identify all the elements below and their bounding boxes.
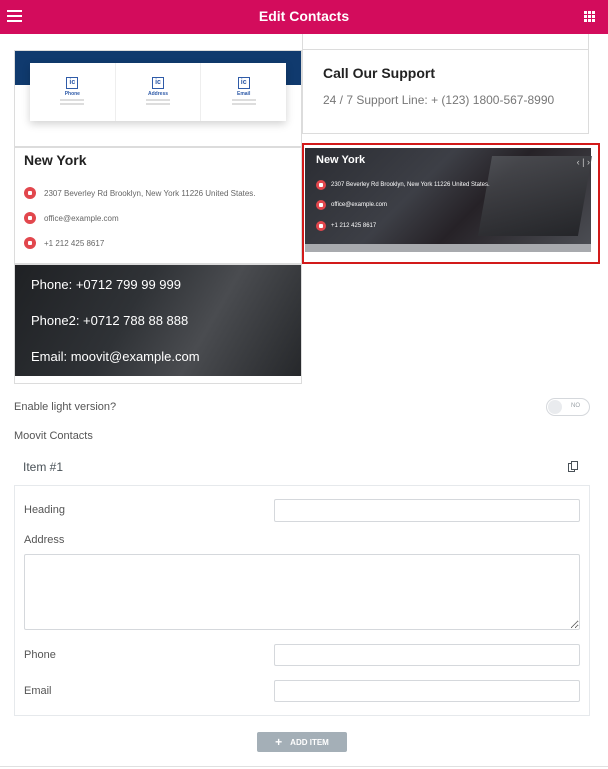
page-title: Edit Contacts — [258, 8, 350, 24]
preview-card-newyork-light[interactable]: New York 2307 Beverley Rd Brooklyn, New … — [14, 147, 302, 264]
phone-line: Phone: +0712 799 99 999 — [31, 277, 182, 292]
email-row: office@example.com — [24, 212, 119, 224]
address-column-icon: ic — [152, 77, 164, 89]
email-label: Email — [24, 685, 52, 697]
address-column: ic Address — [116, 63, 202, 121]
placeholder-line — [231, 103, 256, 105]
email-row: office@example.com — [316, 200, 387, 210]
card-footer-strip — [305, 244, 591, 252]
envelope-icon — [24, 212, 36, 224]
preview-card-support[interactable]: Call Our Support 24 / 7 Support Line: + … — [302, 50, 589, 134]
support-heading: Call Our Support — [323, 65, 435, 81]
email-text: office@example.com — [331, 202, 388, 208]
phone-text: +1 212 425 8617 — [331, 223, 377, 229]
phone-column: ic Phone — [30, 63, 116, 121]
heading-input[interactable] — [274, 499, 580, 522]
location-icon — [24, 187, 36, 199]
toggle-text: NO — [571, 403, 580, 409]
email-line: Email: moovit@example.com — [31, 349, 200, 364]
plus-icon: + — [275, 735, 283, 749]
address-text: 2307 Beverley Rd Brooklyn, New York 1122… — [44, 188, 256, 198]
phone-column-icon: ic — [66, 77, 79, 89]
email-column: ic Email — [201, 63, 286, 121]
phone-row: +1 212 425 8617 — [24, 237, 104, 249]
toggle-knob — [548, 400, 562, 414]
placeholder-line — [146, 103, 170, 105]
preview-card-columns[interactable]: ic Phone ic Address ic Email — [14, 50, 302, 147]
grid-icon[interactable] — [584, 11, 595, 22]
address-row: 2307 Beverley Rd Brooklyn, New York 1122… — [316, 180, 490, 190]
light-version-label: Enable light version? — [14, 401, 117, 413]
placeholder-line — [146, 99, 170, 101]
email-column-label: Email — [237, 91, 251, 97]
address-text: 2307 Beverley Rd Brooklyn, New York 1122… — [331, 182, 490, 188]
section-label: Moovit Contacts — [14, 430, 93, 442]
placeholder-line — [60, 103, 85, 105]
placeholder-line — [60, 99, 85, 101]
phone-icon — [24, 237, 36, 249]
top-bar: Edit Contacts — [0, 0, 608, 34]
divider — [0, 766, 608, 767]
carousel-nav[interactable]: ‹ | › — [577, 157, 590, 167]
location-icon — [316, 180, 326, 190]
support-line: 24 / 7 Support Line: + (123) 1800-567-89… — [323, 93, 555, 107]
card-heading: New York — [24, 152, 87, 168]
address-row: 2307 Beverley Rd Brooklyn, New York 1122… — [24, 187, 256, 199]
item-title: Item #1 — [23, 460, 64, 474]
card-inner: ic Phone ic Address ic Email — [30, 63, 286, 121]
preview-card-newyork-dark-selected[interactable]: New York ‹ | › 2307 Beverley Rd Brooklyn… — [302, 143, 600, 264]
repeater-item-header[interactable]: Item #1 — [14, 450, 590, 486]
add-item-label: ADD ITEM — [290, 737, 329, 747]
phone-icon — [316, 221, 326, 231]
light-version-toggle[interactable]: NO — [546, 398, 590, 416]
address-textarea[interactable] — [24, 554, 580, 630]
preview-card-top-stub — [302, 34, 589, 50]
phone-label: Phone — [24, 649, 56, 661]
phone2-line: Phone2: +0712 788 88 888 — [31, 313, 189, 328]
card-heading: New York — [316, 154, 366, 166]
heading-label: Heading — [24, 504, 65, 516]
add-item-button[interactable]: + ADD ITEM — [257, 732, 347, 752]
phone-row: +1 212 425 8617 — [316, 221, 376, 231]
address-column-label: Address — [148, 91, 169, 97]
duplicate-icon[interactable] — [568, 461, 578, 472]
address-label: Address — [24, 534, 65, 546]
email-input[interactable] — [274, 680, 580, 702]
phone-input[interactable] — [274, 644, 580, 666]
phone-column-label: Phone — [64, 91, 80, 97]
email-column-icon: ic — [237, 77, 250, 89]
email-text: office@example.com — [44, 213, 119, 223]
placeholder-line — [231, 99, 256, 101]
envelope-icon — [316, 200, 326, 210]
preview-card-phone-list[interactable]: Phone: +0712 799 99 999 Phone2: +0712 78… — [14, 264, 302, 384]
phone-text: +1 212 425 8617 — [44, 238, 105, 248]
